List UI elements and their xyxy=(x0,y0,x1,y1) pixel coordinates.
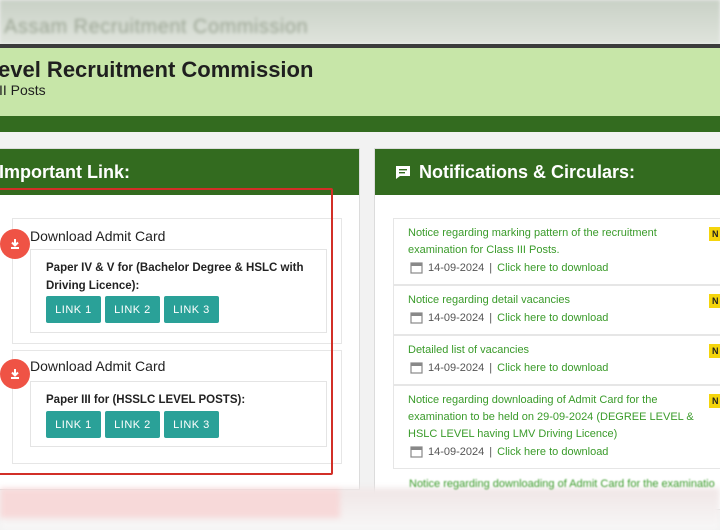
notice-title[interactable]: Notice regarding downloading of Admit Ca… xyxy=(408,392,708,443)
calendar-icon xyxy=(410,362,423,374)
notifications-list: Notice regarding marking pattern of the … xyxy=(393,218,720,508)
download-link[interactable]: Click here to download xyxy=(497,262,608,274)
blurred-top-banner: Assam Recruitment Commission xyxy=(0,0,720,44)
nav-bar xyxy=(0,116,720,132)
highlight-box xyxy=(0,188,333,475)
notifications-heading: Notifications & Circulars: xyxy=(419,161,636,182)
calendar-icon xyxy=(410,446,423,458)
separator: | xyxy=(489,361,493,374)
notice-title[interactable]: Notice regarding detail vacancies xyxy=(408,292,708,309)
separator: | xyxy=(489,261,493,274)
notice-title[interactable]: Detailed list of vacancies xyxy=(408,342,708,359)
calendar-icon xyxy=(410,262,423,274)
notice-title[interactable]: Notice regarding marking pattern of the … xyxy=(408,225,708,259)
new-badge: N xyxy=(709,294,720,308)
notifications-header: Notifications & Circulars: xyxy=(375,149,720,195)
list-item: Notice regarding marking pattern of the … xyxy=(393,218,720,285)
notice-meta: 14-09-2024 | Click here to download xyxy=(410,361,608,374)
separator: | xyxy=(489,445,493,458)
important-links-heading: Important Link: xyxy=(0,161,130,182)
notice-date: 14-09-2024 xyxy=(428,445,485,458)
notice-date: 14-09-2024 xyxy=(428,261,485,274)
separator: | xyxy=(489,311,493,324)
top-banner-text: Assam Recruitment Commission xyxy=(4,16,309,38)
chat-icon xyxy=(395,165,411,180)
blurred-band xyxy=(0,488,340,518)
blurred-bottom-area xyxy=(0,488,720,530)
new-badge: N xyxy=(709,394,720,408)
list-item: Notice regarding downloading of Admit Ca… xyxy=(393,385,720,469)
calendar-icon xyxy=(410,312,423,324)
notice-meta: 14-09-2024 | Click here to download xyxy=(410,261,608,274)
new-badge: N xyxy=(709,344,720,358)
list-item: Notice regarding detail vacancies N 14-0… xyxy=(393,285,720,335)
new-badge: N xyxy=(709,227,720,241)
notice-date: 14-09-2024 xyxy=(428,361,485,374)
download-link[interactable]: Click here to download xyxy=(497,362,608,374)
notice-meta: 14-09-2024 | Click here to download xyxy=(410,311,608,324)
site-title: evel Recruitment Commission xyxy=(0,57,314,82)
notice-date: 14-09-2024 xyxy=(428,311,485,324)
notice-title-partial[interactable]: Notice regarding downloading of Admit Ca… xyxy=(409,478,720,490)
site-subtitle: II Posts xyxy=(0,82,46,98)
download-link[interactable]: Click here to download xyxy=(497,312,608,324)
list-item: Detailed list of vacancies N 14-09-2024 … xyxy=(393,335,720,385)
download-link[interactable]: Click here to download xyxy=(497,446,608,458)
site-header: evel Recruitment Commission II Posts xyxy=(0,48,720,116)
notice-meta: 14-09-2024 | Click here to download xyxy=(410,445,608,458)
